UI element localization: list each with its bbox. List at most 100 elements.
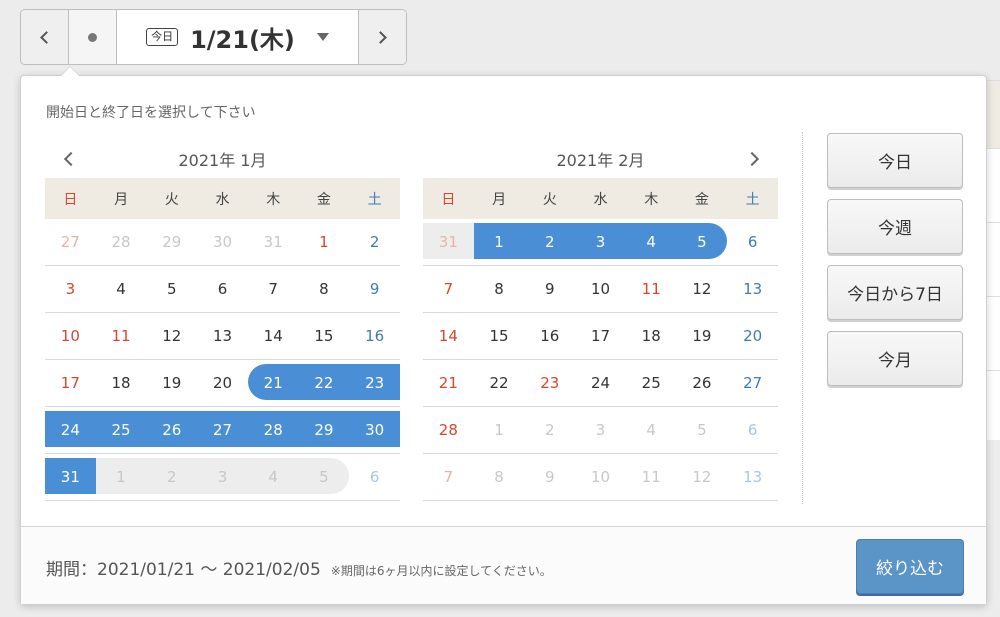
calendar-day[interactable]: 14	[423, 313, 474, 360]
calendar-day-selected[interactable]: 22	[298, 360, 350, 407]
calendar-day[interactable]: 12	[676, 454, 728, 501]
calendar-day[interactable]: 2	[524, 407, 576, 454]
calendar-day[interactable]: 6	[349, 454, 400, 501]
calendar-day[interactable]: 1	[298, 219, 350, 266]
calendar-day[interactable]: 9	[524, 454, 576, 501]
calendar-day[interactable]: 18	[95, 360, 147, 407]
calendar-day-selected[interactable]: 30	[349, 407, 400, 454]
calendar-day[interactable]: 4	[95, 266, 147, 313]
month-header: 2021年 1月	[45, 140, 400, 178]
date-dropdown[interactable]: 今日 1/21(木)	[117, 10, 358, 64]
calendar-day[interactable]: 16	[524, 313, 576, 360]
calendar-day[interactable]: 18	[625, 313, 677, 360]
calendar-day[interactable]: 30	[197, 219, 248, 266]
today-button[interactable]: 今日	[827, 133, 963, 188]
calendar-day-selected[interactable]: 29	[298, 407, 350, 454]
this-month-button[interactable]: 今月	[827, 331, 963, 386]
calendar-day[interactable]: 14	[247, 313, 299, 360]
calendar-day[interactable]: 9	[524, 266, 576, 313]
calendar-day[interactable]: 24	[575, 360, 626, 407]
calendar-day-selected[interactable]: 23	[349, 360, 400, 407]
calendar-day[interactable]: 15	[298, 313, 350, 360]
calendar-day[interactable]: 8	[473, 454, 525, 501]
calendar-day[interactable]: 5	[146, 266, 198, 313]
calendar-day[interactable]: 12	[146, 313, 198, 360]
calendar-day[interactable]: 13	[197, 313, 248, 360]
calendar-day[interactable]: 8	[298, 266, 350, 313]
calendar-day[interactable]: 16	[349, 313, 400, 360]
calendar-day[interactable]: 8	[473, 266, 525, 313]
calendar-day[interactable]: 26	[676, 360, 728, 407]
next-7-days-button[interactable]: 今日から7日	[827, 265, 963, 320]
calendar-day[interactable]: 11	[625, 266, 677, 313]
calendar-day[interactable]: 23	[524, 360, 576, 407]
calendar-day[interactable]: 1	[473, 407, 525, 454]
calendar-day[interactable]: 22	[473, 360, 525, 407]
calendar-month-january: 2021年 1月 日 月 火 水 木 金 土 27 28 29 30 31 1 …	[45, 140, 400, 501]
this-week-button[interactable]: 今週	[827, 199, 963, 254]
calendar-day[interactable]: 11	[95, 313, 147, 360]
calendar-day[interactable]: 5	[298, 454, 350, 501]
calendar-day[interactable]: 19	[146, 360, 198, 407]
calendar-day[interactable]: 27	[727, 360, 778, 407]
calendar-day[interactable]: 13	[727, 266, 778, 313]
calendar-day[interactable]: 17	[45, 360, 96, 407]
calendar-day[interactable]: 3	[45, 266, 96, 313]
calendar-day[interactable]: 10	[575, 454, 626, 501]
prev-month-button[interactable]	[57, 146, 81, 172]
calendar-day[interactable]: 4	[625, 407, 677, 454]
calendar-day[interactable]: 20	[727, 313, 778, 360]
calendar-day[interactable]: 31	[247, 219, 299, 266]
calendar-day[interactable]: 19	[676, 313, 728, 360]
calendar-day[interactable]: 1	[95, 454, 147, 501]
period-summary: 期間：2021/01/21 〜 2021/02/05 ※期間は6ヶ月以内に設定して…	[46, 555, 552, 580]
calendar-day-selected[interactable]: 26	[146, 407, 198, 454]
calendar-day[interactable]: 31	[423, 219, 474, 266]
calendar-day[interactable]: 10	[45, 313, 96, 360]
calendar-day[interactable]: 2	[349, 219, 400, 266]
month-header: 2021年 2月	[423, 140, 778, 178]
next-day-button[interactable]	[358, 10, 406, 64]
calendar-day[interactable]: 2	[146, 454, 198, 501]
calendar-day[interactable]: 7	[423, 266, 474, 313]
calendar-day-selected[interactable]: 31	[45, 454, 96, 501]
calendar-day[interactable]: 28	[423, 407, 474, 454]
calendar-day-selected[interactable]: 3	[575, 219, 626, 266]
calendar-day[interactable]: 11	[625, 454, 677, 501]
calendar-day[interactable]: 17	[575, 313, 626, 360]
calendar-day[interactable]: 15	[473, 313, 525, 360]
apply-filter-button[interactable]: 絞り込む	[856, 539, 964, 594]
calendar-day[interactable]: 6	[727, 219, 778, 266]
calendar-day[interactable]: 4	[247, 454, 299, 501]
calendar-day[interactable]: 27	[45, 219, 96, 266]
calendar-day-selected[interactable]: 28	[247, 407, 299, 454]
calendar-day-selected[interactable]: 25	[95, 407, 147, 454]
calendar-day[interactable]: 12	[676, 266, 728, 313]
calendar-day-selected[interactable]: 27	[197, 407, 248, 454]
next-month-button[interactable]	[742, 146, 766, 172]
calendar-day[interactable]: 7	[423, 454, 474, 501]
calendar-day-range-end[interactable]: 5	[676, 219, 728, 266]
calendar-day-selected[interactable]: 1	[473, 219, 525, 266]
calendar-day[interactable]: 6	[197, 266, 248, 313]
period-label: 期間：2021/01/21 〜 2021/02/05	[46, 560, 321, 580]
jump-today-button[interactable]	[69, 10, 117, 64]
calendar-day-range-start[interactable]: 21	[247, 360, 299, 407]
calendar-day-selected[interactable]: 24	[45, 407, 96, 454]
calendar-day[interactable]: 21	[423, 360, 474, 407]
calendar-day[interactable]: 28	[95, 219, 147, 266]
calendar-day[interactable]: 6	[727, 407, 778, 454]
calendar-day[interactable]: 25	[625, 360, 677, 407]
prev-day-button[interactable]	[21, 10, 69, 64]
calendar-day-selected[interactable]: 4	[625, 219, 677, 266]
calendar-day[interactable]: 3	[575, 407, 626, 454]
calendar-day[interactable]: 9	[349, 266, 400, 313]
calendar-day[interactable]: 5	[676, 407, 728, 454]
calendar-day[interactable]: 13	[727, 454, 778, 501]
calendar-day[interactable]: 29	[146, 219, 198, 266]
calendar-day[interactable]: 3	[197, 454, 248, 501]
calendar-day-selected[interactable]: 2	[524, 219, 576, 266]
calendar-day[interactable]: 7	[247, 266, 299, 313]
calendar-day[interactable]: 20	[197, 360, 248, 407]
calendar-day[interactable]: 10	[575, 266, 626, 313]
